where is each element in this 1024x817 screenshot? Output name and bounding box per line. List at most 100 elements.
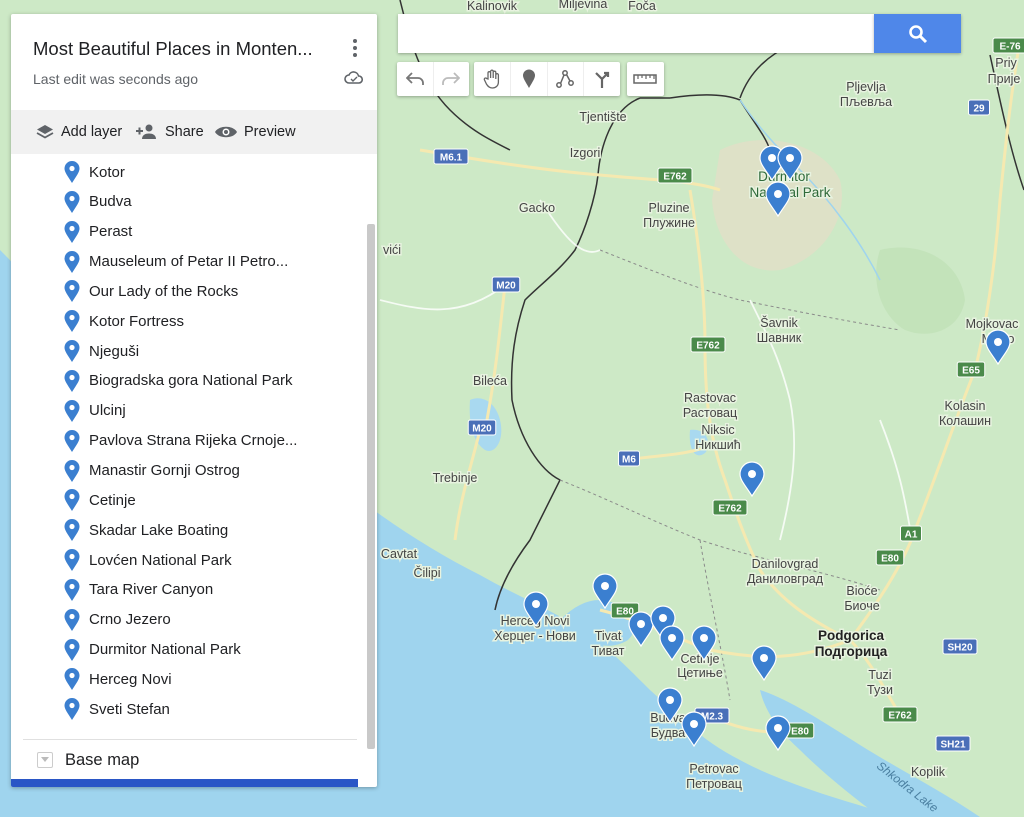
map-pin-icon (64, 161, 80, 183)
layer-list-item[interactable]: Biogradska gora National Park (63, 366, 292, 396)
road-shield-label: M6 (622, 455, 636, 466)
tools-toolbar (474, 62, 620, 96)
map-pin-icon (64, 578, 80, 601)
road-shield: SH21 (935, 735, 971, 752)
last-edit-status: Last edit was seconds ago (33, 71, 198, 87)
search-icon (908, 24, 927, 43)
place-label: Čilipi (413, 565, 440, 580)
road-shield: E762 (690, 336, 726, 353)
map-pin-icon (64, 429, 80, 452)
place-label: Тузи (867, 683, 893, 697)
line-icon (556, 70, 575, 88)
layer-list-item[interactable]: Njeguši (63, 336, 139, 366)
place-label: Foča (628, 0, 656, 13)
measure-tool[interactable] (627, 62, 663, 96)
road-shield-label: M20 (472, 424, 492, 435)
map-pin-icon (64, 280, 80, 303)
chevron-down-icon (37, 752, 53, 768)
layer-item-label: Biogradska gora National Park (89, 372, 293, 390)
redo-button[interactable] (434, 62, 470, 96)
layer-list-item[interactable]: Cetinje (63, 485, 136, 515)
layer-item-label: Manastir Gornji Ostrog (89, 462, 240, 479)
city-label: Подгорица (815, 644, 888, 659)
layer-item-label: Sveti Stefan (89, 700, 170, 718)
road-shield-label: 29 (973, 104, 985, 115)
base-map-toggle[interactable]: Base map (37, 748, 139, 772)
layer-list-item[interactable]: Kotor (63, 157, 125, 187)
share-button[interactable]: Share (135, 110, 204, 154)
layer-list-item[interactable]: Skadar Lake Boating (63, 515, 228, 545)
place-label: Цетиње (677, 666, 723, 680)
place-label: Danilovgrad (752, 557, 819, 571)
search-input[interactable] (398, 14, 874, 53)
ruler-icon (633, 74, 657, 84)
place-label: Тиват (592, 644, 625, 658)
map-pin-icon (64, 638, 80, 661)
panel-scrollbar[interactable] (367, 224, 375, 749)
place-label: Bileća (473, 374, 507, 388)
road-shield: 29 (968, 99, 990, 116)
place-label: Šavnik (760, 315, 798, 330)
road-shield-label: SH21 (940, 740, 965, 751)
undo-button[interactable] (397, 62, 434, 96)
layer-list-item[interactable]: Lovćen National Park (63, 545, 232, 575)
place-label: Pljevlja (846, 80, 886, 94)
layer-item-label: Cetinje (89, 491, 136, 509)
layer-item-label: Ulcinj (89, 402, 126, 420)
divider (23, 739, 357, 740)
city-label: Podgorica (818, 628, 885, 643)
layer-item-label: Skadar Lake Boating (89, 521, 229, 539)
layer-list-item[interactable]: Crno Jezero (63, 605, 171, 635)
layer-item-label: Budva (89, 193, 132, 211)
preview-label: Preview (244, 124, 296, 140)
place-label: Izgori (570, 146, 601, 160)
layer-item-list: Kotor Budva Perast Mauseleum of Petar II Pe… (11, 154, 365, 739)
add-marker-tool[interactable] (511, 62, 548, 96)
road-shield-label: M6.1 (440, 153, 463, 164)
layer-list-item[interactable]: Mauseleum of Petar II Petro... (63, 247, 288, 277)
directions-tool[interactable] (584, 62, 620, 96)
place-label: Пљевља (840, 95, 892, 109)
undo-icon (405, 72, 424, 85)
layer-list-item[interactable]: Ulcinj (63, 396, 126, 426)
road-shield-label: A1 (905, 530, 918, 541)
pan-tool[interactable] (474, 62, 511, 96)
map-pin-icon (64, 549, 80, 572)
place-label: vići (383, 243, 401, 257)
layer-item-label: Our Lady of the Rocks (89, 282, 239, 300)
layer-list-item[interactable]: Pavlova Strana Rijeka Crnoje... (63, 426, 297, 456)
layer-list-item[interactable]: Durmitor National Park (63, 635, 241, 665)
search-button[interactable] (874, 14, 961, 53)
preview-button[interactable]: Preview (214, 110, 296, 154)
layer-list-item[interactable]: Kotor Fortress (63, 306, 184, 336)
layer-item-label: Pavlova Strana Rijeka Crnoje... (89, 432, 298, 450)
place-label: Даниловград (747, 572, 824, 586)
layer-list-item[interactable]: Herceg Novi (63, 664, 172, 694)
add-layer-button[interactable]: Add layer (35, 110, 122, 154)
layer-list-item[interactable]: Budva (63, 187, 132, 217)
place-label: Kolasin (945, 399, 986, 413)
layer-list-item[interactable]: Perast (63, 217, 132, 247)
layer-item-label: Herceg Novi (89, 670, 172, 688)
history-toolbar (397, 62, 469, 96)
map-title[interactable]: Most Beautiful Places in Monten... (33, 38, 313, 60)
layer-item-label: Durmitor National Park (89, 641, 241, 659)
road-shield-label: E80 (881, 554, 899, 565)
road-shield-label: E65 (962, 366, 980, 377)
layer-list-item[interactable]: Sveti Stefan (63, 694, 170, 724)
place-label: Tuzi (868, 668, 891, 682)
layer-list-item[interactable]: Tara River Canyon (63, 575, 213, 605)
draw-line-tool[interactable] (548, 62, 585, 96)
more-options-icon[interactable] (345, 36, 365, 60)
layer-item-label: Kotor Fortress (89, 312, 185, 330)
layers-icon (36, 125, 54, 139)
map-pin-icon (64, 489, 80, 512)
layer-item-label: Kotor (89, 163, 125, 181)
add-layer-label: Add layer (61, 124, 123, 140)
place-label: Miljevina (559, 0, 608, 11)
place-label: Gacko (519, 201, 555, 215)
place-label: Priy (995, 56, 1017, 70)
layer-list-item[interactable]: Our Lady of the Rocks (63, 276, 238, 306)
layer-list-item[interactable]: Manastir Gornji Ostrog (63, 456, 240, 486)
place-label: Kalinovik (467, 0, 518, 13)
